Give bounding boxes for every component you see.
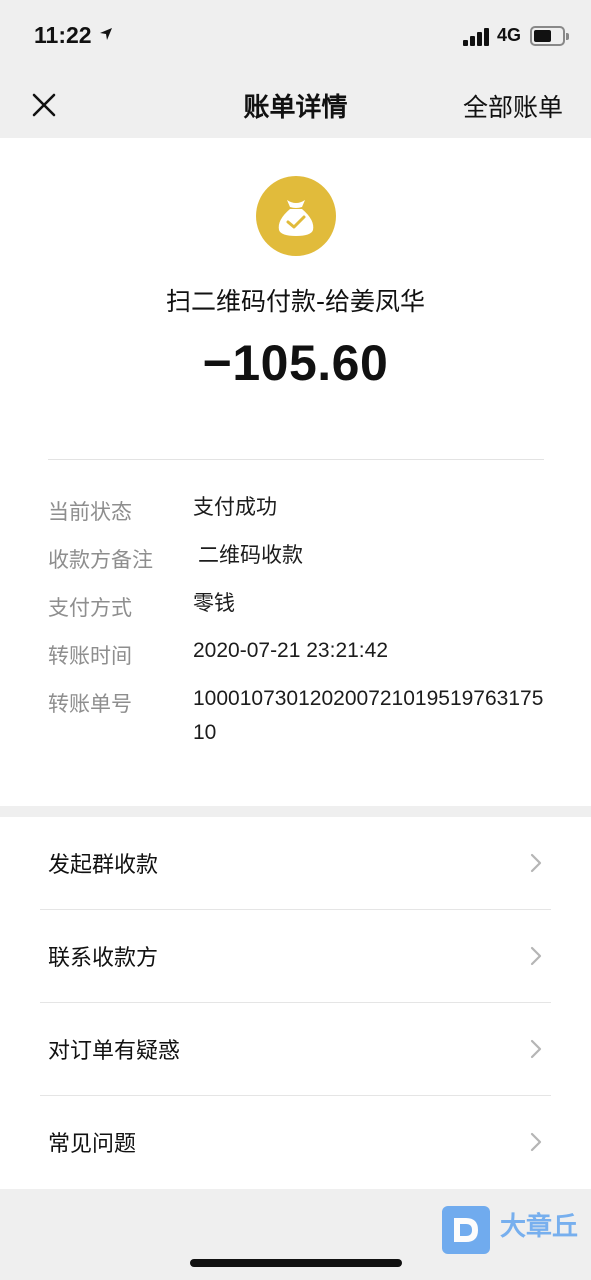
menu-item-label: 常见问题 (48, 1132, 137, 1157)
menu-item-faq[interactable]: 常见问题 (0, 1096, 591, 1189)
detail-label: 支付方式 (48, 596, 132, 620)
payee-name: 扫二维码付款-给姜凤华 (165, 287, 426, 316)
menu-item-group-collect[interactable]: 发起群收款 (0, 817, 591, 910)
status-bar: 11:22 4G (0, 0, 591, 72)
home-indicator[interactable] (190, 1259, 402, 1267)
nav-bar: 账单详情 全部账单 (0, 72, 591, 138)
watermark-logo-icon (442, 1206, 490, 1254)
action-menu: 发起群收款 联系收款方 对订单有疑惑 常见问题 (0, 817, 591, 1189)
detail-value: 零钱 (193, 591, 235, 615)
divider (48, 459, 544, 460)
status-time: 11:22 (34, 22, 92, 48)
menu-item-label: 联系收款方 (48, 946, 159, 971)
detail-value: 支付成功 (193, 495, 277, 519)
chevron-right-icon (530, 1039, 542, 1059)
menu-item-label: 发起群收款 (48, 853, 159, 878)
chevron-right-icon (530, 1132, 542, 1152)
detail-value: 10001073012020072101951976317510 (193, 687, 544, 744)
money-bag-check-icon (256, 176, 336, 256)
all-bills-link[interactable]: 全部账单 (463, 88, 563, 124)
chevron-right-icon (530, 853, 542, 873)
transaction-detail-card: 扫二维码付款-给姜凤华 −105.60 当前状态 支付成功 收款方备注 二维码收… (0, 138, 591, 806)
payment-amount: −105.60 (202, 335, 389, 391)
detail-label: 当前状态 (48, 500, 132, 524)
signal-icon (463, 28, 491, 46)
network-type: 4G (497, 25, 522, 45)
detail-value: 二维码收款 (198, 543, 303, 567)
battery-icon (530, 26, 569, 46)
watermark-text: 大章丘 (500, 1212, 579, 1242)
chevron-right-icon (530, 946, 542, 966)
detail-label: 转账单号 (48, 692, 132, 716)
detail-value: 2020-07-21 23:21:42 (193, 639, 388, 662)
menu-item-order-question[interactable]: 对订单有疑惑 (0, 1003, 591, 1096)
location-arrow-icon (100, 28, 112, 40)
detail-label: 收款方备注 (48, 548, 153, 572)
menu-item-label: 对订单有疑惑 (48, 1039, 181, 1064)
detail-label: 转账时间 (48, 644, 132, 668)
menu-item-contact-payee[interactable]: 联系收款方 (0, 910, 591, 1003)
